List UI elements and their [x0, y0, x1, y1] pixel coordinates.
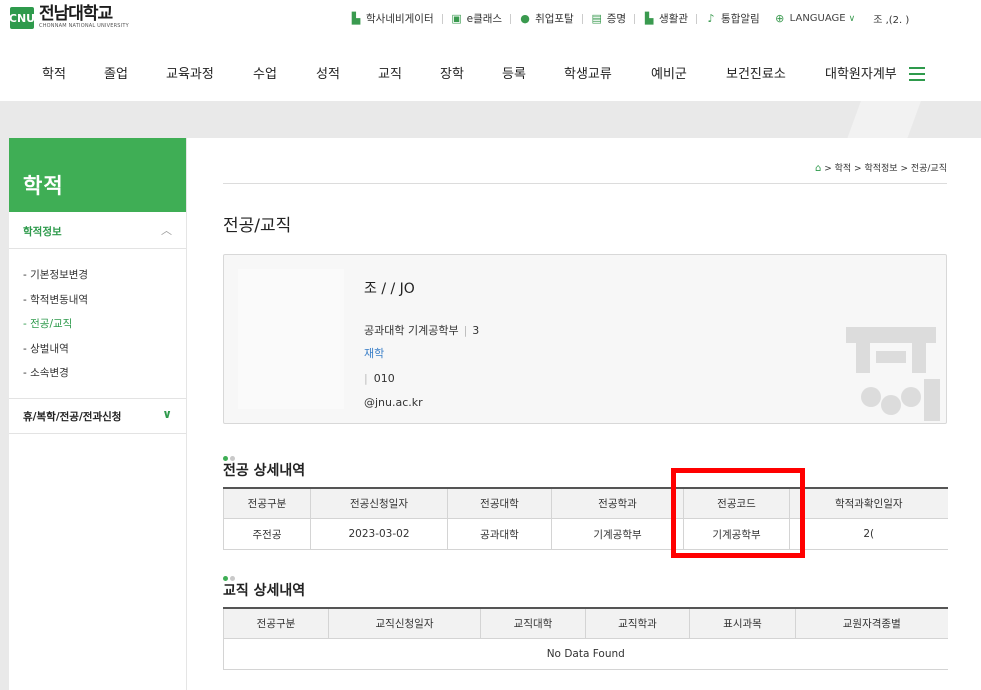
building-icon: ▙ — [351, 11, 361, 25]
university-logo[interactable]: CNU 전남대학교 CHONNAM NATIONAL UNIVERSITY — [9, 4, 129, 30]
user-name: 조 ,(2. ) — [873, 15, 910, 26]
column-header: 전공학과 — [551, 487, 684, 519]
highlight-box — [671, 468, 805, 558]
column-header: 교원자격종별 — [795, 607, 948, 639]
divider — [634, 13, 636, 24]
university-emblem-watermark — [846, 327, 940, 421]
section-dots — [223, 446, 243, 461]
breadcrumb: ⌂ > 학적 > 학적정보 > 전공/교직 — [815, 163, 947, 174]
empty-message: No Data Found — [223, 638, 948, 670]
chevron-down-icon: ∨ — [848, 13, 856, 24]
sidebar-section-leave-return[interactable]: 휴/복학/전공/전과신청 ∨ — [9, 399, 186, 434]
nav-item-grades[interactable]: 성적 — [316, 63, 340, 82]
divider — [581, 13, 583, 24]
student-department: 공과대학 기계공학부 | 3 — [364, 324, 480, 337]
divider — [696, 13, 698, 24]
student-name: 조 / / JO — [364, 281, 415, 297]
home-icon[interactable]: ⌂ — [815, 163, 821, 174]
utility-links: ▙ 학사네비게이터 ▣ e클래스 ● 취업포탈 ▤ 증명 ▙ 생활관 ♪ 통합알… — [350, 11, 910, 26]
util-academic-navigator[interactable]: ▙ 학사네비게이터 — [350, 11, 434, 26]
sidebar-title: 학적 — [23, 174, 64, 198]
divider — [223, 183, 947, 184]
util-dormitory[interactable]: ▙ 생활관 — [643, 11, 688, 26]
main-nav: 학적 졸업 교육과정 수업 성적 교직 장학 등록 학생교류 예비군 보건진료소… — [0, 56, 981, 86]
util-job-portal[interactable]: ● 취업포탈 — [519, 11, 573, 26]
table-row: No Data Found — [223, 638, 948, 670]
language-selector[interactable]: ⊕ LANGUAGE ∨ — [774, 11, 856, 25]
student-email: @jnu.ac.kr — [364, 396, 423, 409]
student-status: 재학 — [364, 347, 385, 360]
sidebar-item-basic-info[interactable]: - 기본정보변경 — [9, 263, 186, 288]
table-cell: 2023-03-02 — [310, 518, 448, 550]
nav-item-registration[interactable]: 등록 — [502, 63, 526, 82]
column-header: 전공구분 — [223, 487, 311, 519]
sidebar-item-affiliation-change[interactable]: - 소속변경 — [9, 361, 186, 386]
page-title: 전공/교직 — [223, 216, 292, 236]
nav-item-scholarship[interactable]: 장학 — [440, 63, 464, 82]
table-cell: 주전공 — [223, 518, 311, 550]
sidebar-section-record-info[interactable]: 학적정보 ︿ — [9, 212, 186, 249]
major-section-title: 전공 상세내역 — [223, 463, 306, 479]
student-profile-card: 조 / / JO 공과대학 기계공학부 | 3 재학 | 010 @jnu.ac.kr — [223, 254, 947, 424]
logo-name-en: CHONNAM NATIONAL UNIVERSITY — [39, 23, 129, 29]
table-cell: 2( — [789, 518, 948, 550]
sidebar-header: 학적 — [9, 138, 186, 212]
nav-item-reserve[interactable]: 예비군 — [651, 63, 687, 82]
sidebar: 학적 학적정보 ︿ - 기본정보변경 - 학적변동내역 - 전공/교직 - 상벌… — [9, 138, 187, 690]
sidebar-item-major-teaching[interactable]: - 전공/교직 — [9, 312, 186, 337]
column-header: 전공신청일자 — [310, 487, 448, 519]
menu-icon[interactable] — [909, 67, 925, 85]
chevron-down-icon: ∨ — [162, 406, 172, 421]
util-notification[interactable]: ♪ 통합알림 — [705, 11, 760, 26]
people-icon: ● — [520, 11, 530, 25]
nav-item-graduation[interactable]: 졸업 — [104, 63, 128, 82]
table-header-row: 전공구분 전공신청일자 전공대학 전공학과 전공코드 학적과확인일자 — [223, 487, 948, 519]
calendar-icon: ▣ — [451, 11, 462, 25]
table-header-row: 전공구분 교직신청일자 교직대학 교직학과 표시과목 교원자격종별 — [223, 607, 948, 639]
globe-icon: ⊕ — [775, 11, 785, 25]
column-header: 교직학과 — [585, 607, 690, 639]
divider — [441, 13, 443, 24]
divider — [510, 13, 512, 24]
table-row: 주전공 2023-03-02 공과대학 기계공학부 기계공학부 2( — [223, 518, 948, 550]
column-header: 교직대학 — [480, 607, 586, 639]
column-header: 전공구분 — [223, 607, 329, 639]
major-table: 전공구분 전공신청일자 전공대학 전공학과 전공코드 학적과확인일자 주전공 2… — [223, 487, 948, 550]
nav-item-health-center[interactable]: 보건진료소 — [726, 63, 786, 82]
teaching-section-title: 교직 상세내역 — [223, 583, 306, 599]
column-header: 학적과확인일자 — [789, 487, 948, 519]
nav-item-student-record[interactable]: 학적 — [42, 63, 66, 82]
sidebar-item-record-changes[interactable]: - 학적변동내역 — [9, 288, 186, 313]
nav-item-exchange[interactable]: 학생교류 — [564, 63, 612, 82]
util-eclass[interactable]: ▣ e클래스 — [451, 11, 502, 26]
bell-icon: ♪ — [707, 11, 715, 25]
table-cell: 기계공학부 — [551, 518, 684, 550]
building-icon: ▙ — [644, 11, 654, 25]
chevron-up-icon: ︿ — [161, 224, 172, 237]
top-utility-bar: CNU 전남대학교 CHONNAM NATIONAL UNIVERSITY ▙ … — [0, 0, 981, 40]
document-icon: ▤ — [591, 11, 602, 25]
column-header: 교직신청일자 — [328, 607, 481, 639]
sidebar-submenu: - 기본정보변경 - 학적변동내역 - 전공/교직 - 상벌내역 - 소속변경 — [9, 249, 186, 399]
table-cell: 공과대학 — [447, 518, 552, 550]
logo-mark: CNU — [9, 7, 35, 29]
nav-item-grad-school[interactable]: 대학원자계부 — [825, 63, 897, 82]
nav-item-classes[interactable]: 수업 — [253, 63, 277, 82]
teaching-table: 전공구분 교직신청일자 교직대학 교직학과 표시과목 교원자격종별 No Dat… — [223, 607, 948, 670]
sidebar-item-awards[interactable]: - 상벌내역 — [9, 337, 186, 362]
decorative-shape — [840, 101, 981, 138]
section-dots — [223, 566, 243, 581]
logo-name-kr: 전남대학교 — [39, 4, 113, 24]
nav-item-curriculum[interactable]: 교육과정 — [166, 63, 214, 82]
student-year: 3 — [472, 324, 480, 337]
nav-item-teaching[interactable]: 교직 — [378, 63, 402, 82]
column-header: 표시과목 — [689, 607, 796, 639]
student-phone: | 010 — [364, 372, 395, 385]
column-header: 전공대학 — [447, 487, 552, 519]
util-certificate[interactable]: ▤ 증명 — [591, 11, 627, 26]
student-photo — [238, 269, 344, 409]
